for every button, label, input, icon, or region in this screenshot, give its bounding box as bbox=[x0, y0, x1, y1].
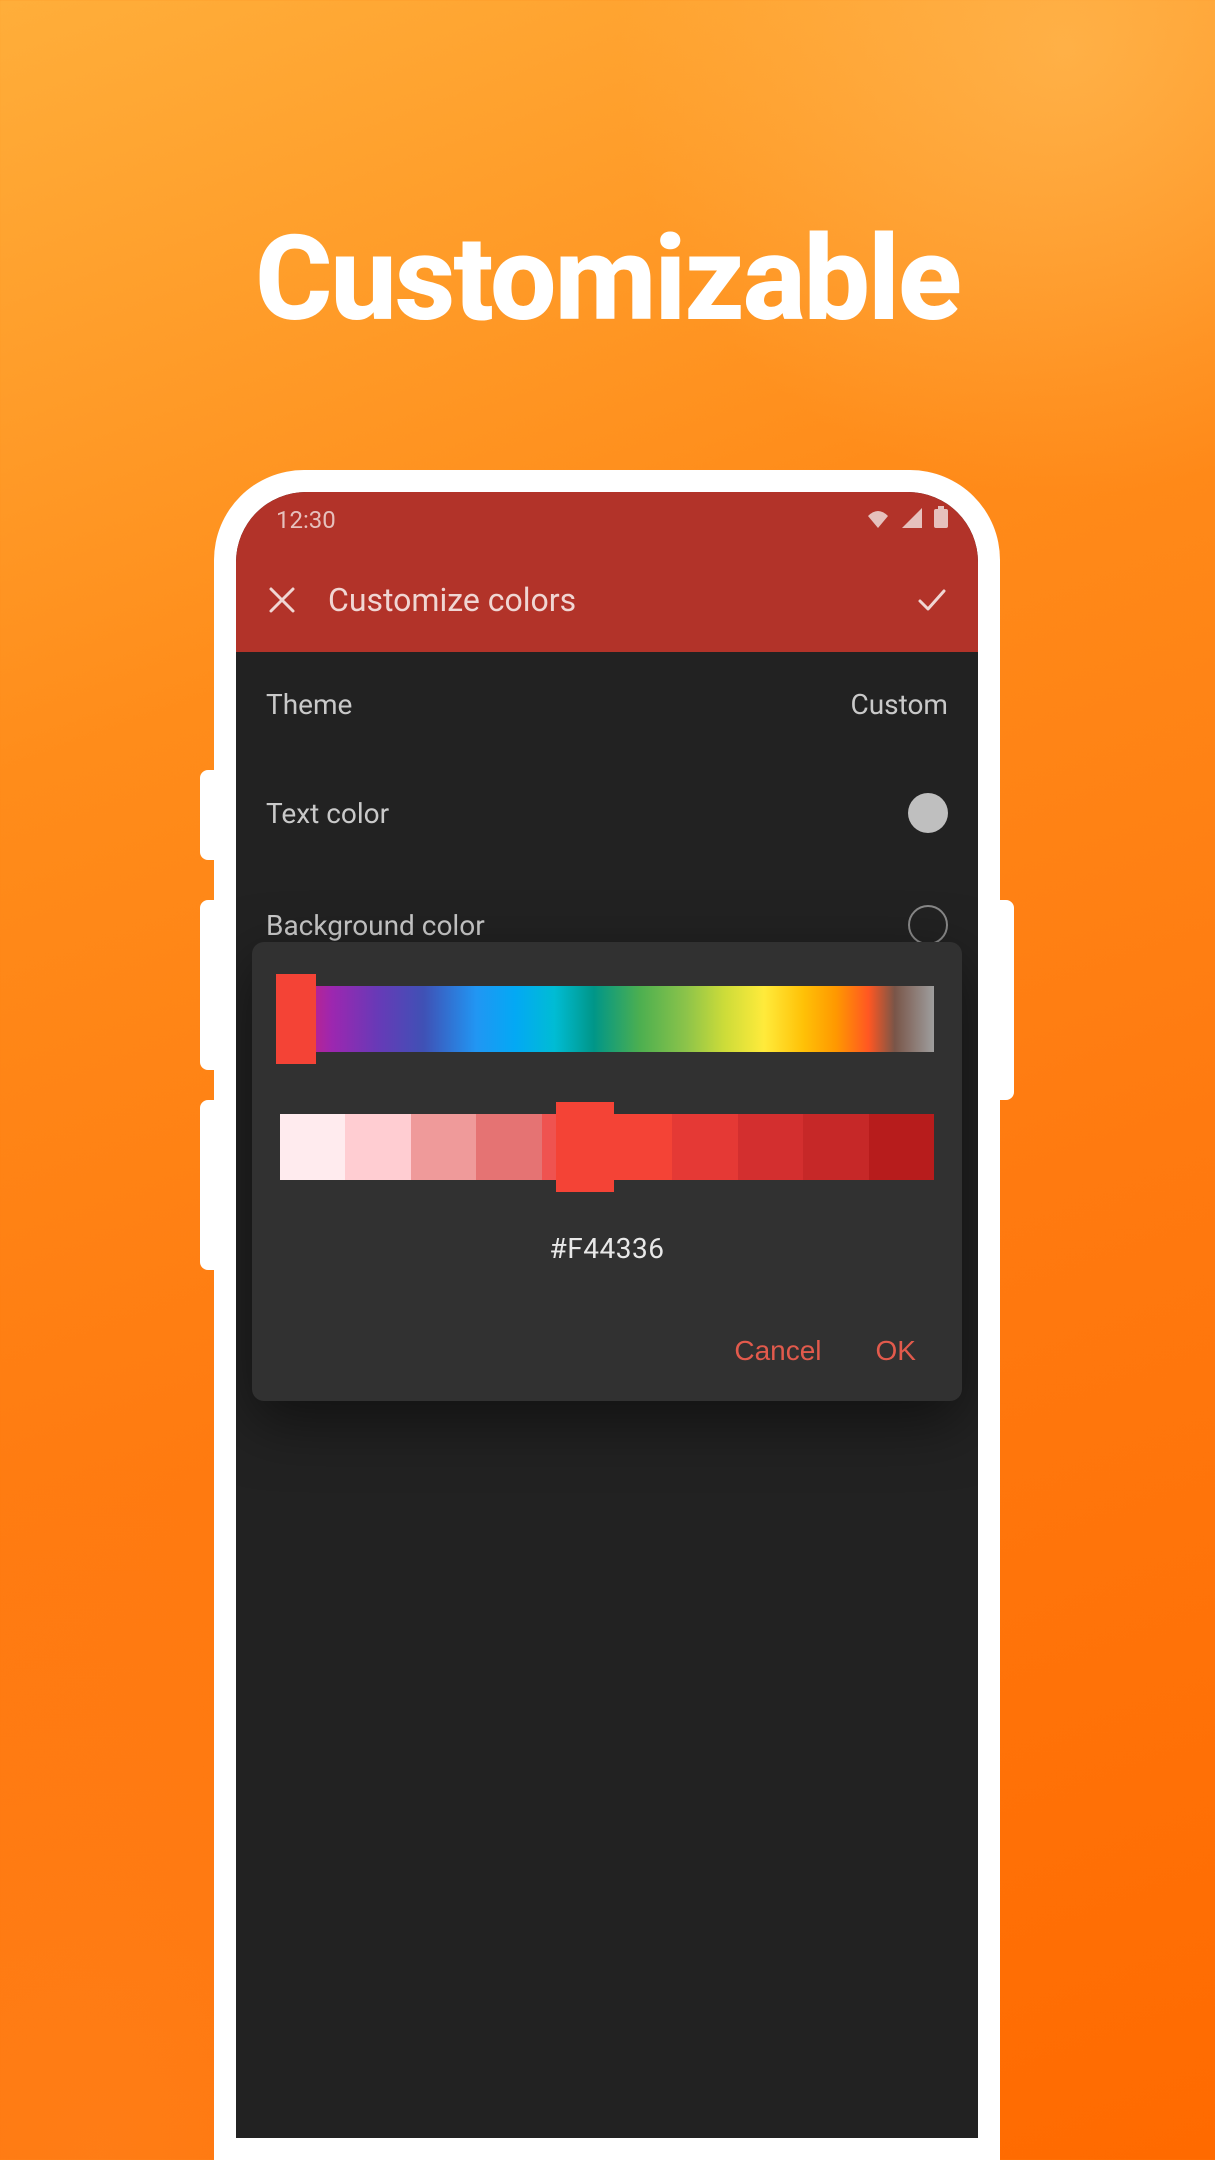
shade-cell[interactable] bbox=[672, 1114, 737, 1180]
phone-frame: 12:30 Customize colors bbox=[214, 470, 1000, 2160]
shade-cell[interactable] bbox=[607, 1114, 672, 1180]
shade-cell[interactable] bbox=[345, 1114, 410, 1180]
dialog-actions: Cancel OK bbox=[280, 1335, 934, 1381]
theme-label: Theme bbox=[266, 688, 352, 721]
background-color-swatch bbox=[908, 905, 948, 945]
check-icon[interactable] bbox=[914, 582, 950, 618]
close-icon[interactable] bbox=[264, 582, 300, 618]
theme-value: Custom bbox=[850, 688, 948, 721]
phone-side-button bbox=[1000, 900, 1014, 1100]
theme-row[interactable]: Theme Custom bbox=[236, 652, 978, 757]
shade-cell[interactable] bbox=[411, 1114, 476, 1180]
phone-side-button bbox=[200, 900, 214, 1070]
signal-icon bbox=[902, 506, 922, 534]
status-bar: 12:30 bbox=[236, 492, 978, 548]
shade-cell[interactable] bbox=[280, 1114, 345, 1180]
text-color-row[interactable]: Text color bbox=[236, 757, 978, 869]
shade-slider[interactable] bbox=[280, 1114, 934, 1180]
phone-side-button bbox=[200, 1100, 214, 1270]
app-bar-title: Customize colors bbox=[328, 581, 886, 619]
hex-value[interactable]: #F44336 bbox=[280, 1232, 934, 1265]
text-color-swatch bbox=[908, 793, 948, 833]
settings-content: Theme Custom Text color Background color bbox=[236, 652, 978, 2138]
phone-side-button bbox=[200, 770, 214, 860]
shade-slider-thumb[interactable] bbox=[556, 1102, 614, 1192]
ok-button[interactable]: OK bbox=[876, 1335, 916, 1367]
wifi-icon bbox=[866, 506, 890, 534]
shade-cell[interactable] bbox=[738, 1114, 803, 1180]
color-picker-dialog: #F44336 Cancel OK bbox=[252, 942, 962, 1401]
phone-screen: 12:30 Customize colors bbox=[236, 492, 978, 2138]
cancel-button[interactable]: Cancel bbox=[734, 1335, 821, 1367]
text-color-label: Text color bbox=[266, 797, 389, 830]
shade-cell[interactable] bbox=[476, 1114, 541, 1180]
shade-cell[interactable] bbox=[869, 1114, 934, 1180]
status-time: 12:30 bbox=[276, 506, 336, 534]
hue-slider-thumb[interactable] bbox=[276, 974, 316, 1064]
background-color-label: Background color bbox=[266, 909, 485, 942]
promo-headline: Customizable bbox=[0, 210, 1215, 348]
app-bar: Customize colors bbox=[236, 548, 978, 652]
hue-slider[interactable] bbox=[280, 986, 934, 1052]
battery-icon bbox=[934, 506, 948, 534]
shade-cell[interactable] bbox=[803, 1114, 868, 1180]
